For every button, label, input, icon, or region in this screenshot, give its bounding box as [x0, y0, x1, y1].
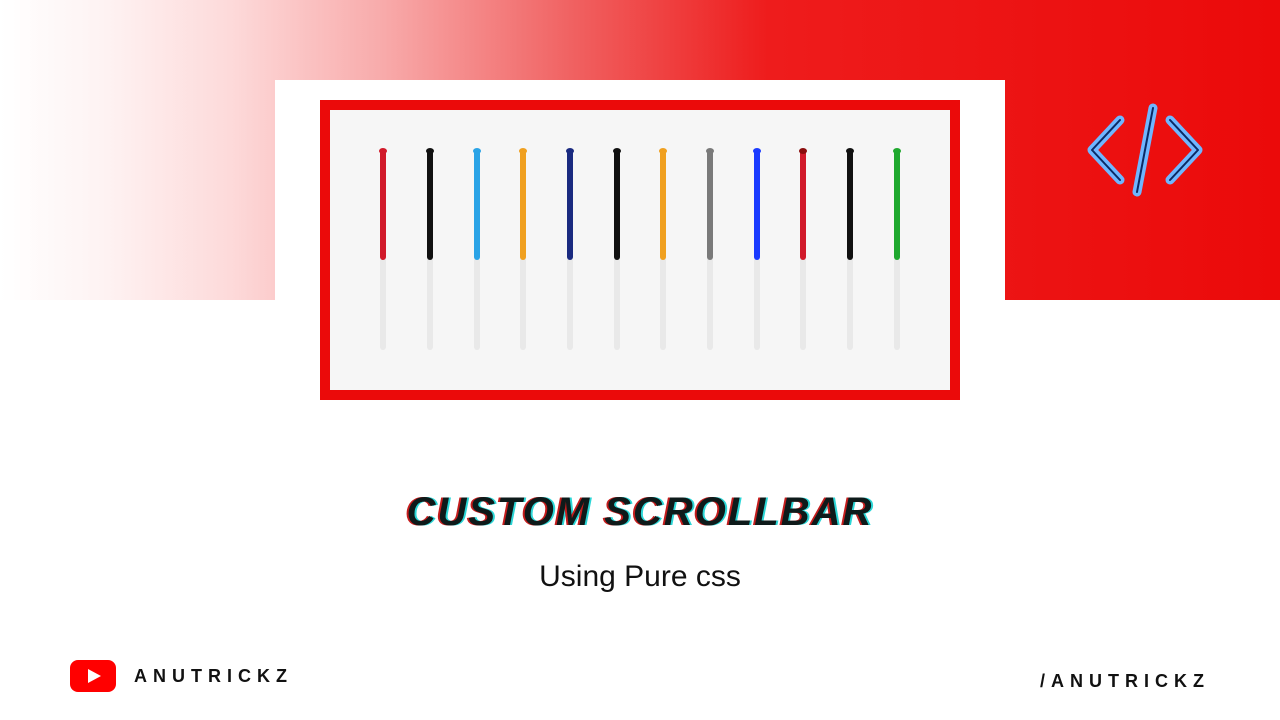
scrollbar-thumb	[567, 150, 573, 260]
scrollbar-thumb	[847, 150, 853, 260]
scrollbar-sample	[847, 150, 853, 350]
footer-left: ANUTRICKZ	[70, 660, 293, 692]
scrollbar-cap	[706, 148, 714, 154]
scrollbar-sample	[520, 150, 526, 350]
preview-frame	[320, 100, 960, 400]
scrollbar-cap	[613, 148, 621, 154]
scrollbar-sample	[474, 150, 480, 350]
subtitle: Using Pure css	[0, 560, 1280, 594]
scrollbar-cap	[379, 148, 387, 154]
scrollbar-cap	[799, 148, 807, 154]
scrollbar-sample	[894, 150, 900, 350]
scrollbar-thumb	[707, 150, 713, 260]
scrollbar-thumb	[614, 150, 620, 260]
scrollbar-thumb	[474, 150, 480, 260]
scrollbar-thumb	[754, 150, 760, 260]
scrollbar-thumb	[380, 150, 386, 260]
scrollbar-cap	[659, 148, 667, 154]
scrollbar-thumb	[660, 150, 666, 260]
scrollbar-thumb	[427, 150, 433, 260]
main-title: CUSTOM SCROLLBAR	[0, 490, 1280, 535]
youtube-icon	[70, 660, 116, 692]
scrollbar-cap	[753, 148, 761, 154]
scrollbar-cap	[519, 148, 527, 154]
scrollbar-thumb	[800, 150, 806, 260]
scrollbar-sample	[614, 150, 620, 350]
scrollbar-sample	[800, 150, 806, 350]
scrollbar-sample	[567, 150, 573, 350]
scrollbar-cap	[846, 148, 854, 154]
scrollbar-sample	[707, 150, 713, 350]
scrollbar-cap	[566, 148, 574, 154]
scrollbar-thumb	[894, 150, 900, 260]
scrollbar-thumb	[520, 150, 526, 260]
scrollbars-preview	[360, 140, 920, 360]
scrollbar-cap	[473, 148, 481, 154]
scrollbar-sample	[660, 150, 666, 350]
scrollbar-sample	[427, 150, 433, 350]
footer-right-label: /ANUTRICKZ	[1040, 671, 1210, 692]
scrollbar-sample	[380, 150, 386, 350]
code-icon	[1080, 100, 1210, 200]
scrollbar-cap	[426, 148, 434, 154]
footer-left-label: ANUTRICKZ	[134, 666, 293, 687]
scrollbar-sample	[754, 150, 760, 350]
scrollbar-cap	[893, 148, 901, 154]
